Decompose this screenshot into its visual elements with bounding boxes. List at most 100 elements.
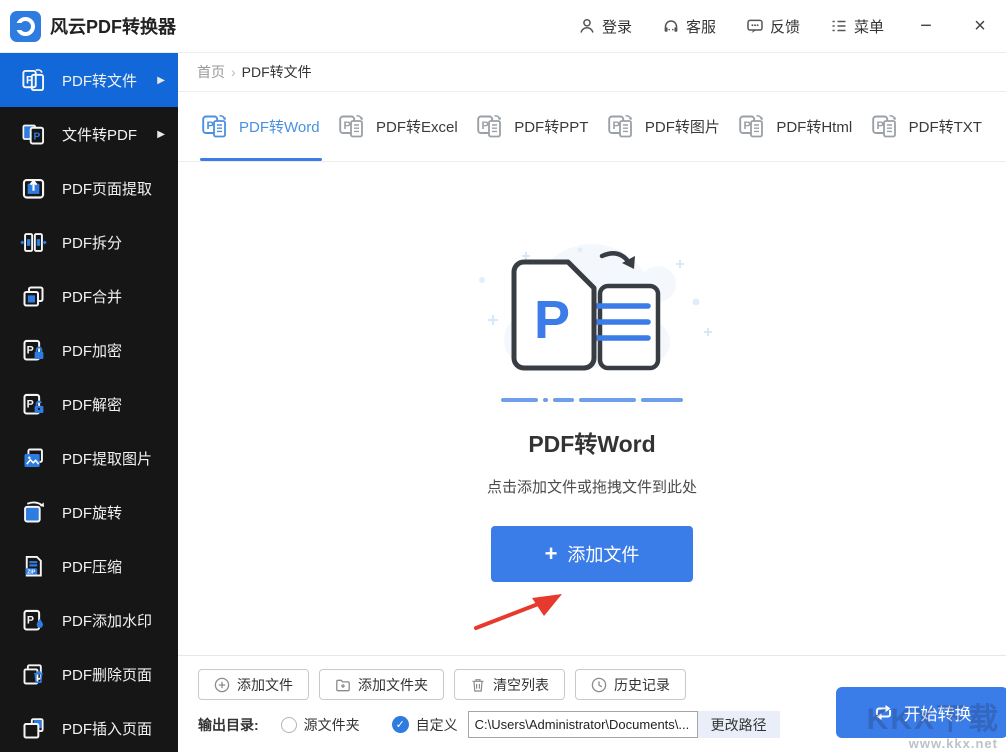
svg-text:P: P xyxy=(34,131,41,142)
sidebar-item-extract-image[interactable]: PDF提取图片 xyxy=(0,431,178,485)
tab-label: PDF转Excel xyxy=(376,116,458,137)
trash-icon xyxy=(470,677,486,693)
menu-item-service[interactable]: 客服 xyxy=(662,16,716,37)
pdf-convert-tab-icon: P xyxy=(202,114,231,139)
toolbar-button-label: 历史记录 xyxy=(614,675,670,695)
bottom-bar: 添加文件添加文件夹清空列表历史记录 输出目录: 源文件夹 ✓ 自定义 更改路径 xyxy=(178,655,1006,752)
split-icon xyxy=(20,229,47,256)
breadcrumb: 首页 › PDF转文件 xyxy=(178,53,1006,92)
insert-page-icon xyxy=(20,715,47,742)
tab-html[interactable]: P PDF转Html xyxy=(739,92,852,161)
decrypt-icon: P xyxy=(20,391,47,418)
source-folder-radio[interactable] xyxy=(281,717,297,733)
drop-hint: 点击添加文件或拖拽文件到此处 xyxy=(487,476,697,497)
sidebar-item-compress[interactable]: ZIPPDF压缩 xyxy=(0,539,178,593)
drop-zone[interactable]: P PDF转Word 点击添加文件或拖拽文件到此处 + 添加文件 xyxy=(178,162,1006,655)
tab-label: PDF转PPT xyxy=(514,116,588,137)
toolbar-button-label: 添加文件 xyxy=(237,675,293,695)
minimize-button[interactable]: − xyxy=(914,16,938,36)
sidebar-item-label: PDF合并 xyxy=(62,286,122,307)
tab-bar: PPDF转WordPPDF转ExcelPPDF转PPTPPDF转图片PPDF转H… xyxy=(178,92,1006,162)
toolbar-button-label: 添加文件夹 xyxy=(358,675,428,695)
sidebar-item-label: PDF转文件 xyxy=(62,70,137,91)
extract-image-icon xyxy=(20,445,47,472)
content: 首页 › PDF转文件 PPDF转WordPPDF转ExcelPPDF转PPTP… xyxy=(178,53,1006,752)
tab-ppt[interactable]: P PDF转PPT xyxy=(477,92,588,161)
svg-text:P: P xyxy=(27,344,34,356)
sidebar-item-split[interactable]: PDF拆分 xyxy=(0,215,178,269)
sidebar-item-label: PDF提取图片 xyxy=(62,448,152,469)
rotate-icon xyxy=(20,499,47,526)
tab-image[interactable]: PPDF转图片 xyxy=(608,92,720,161)
menu-item-menu[interactable]: 菜单 xyxy=(830,16,884,37)
menu-item-feedback[interactable]: 反馈 xyxy=(746,16,800,37)
sidebar-item-label: PDF加密 xyxy=(62,340,122,361)
compress-icon: ZIP xyxy=(20,553,47,580)
sidebar-item-delete-page[interactable]: PDF删除页面 xyxy=(0,647,178,701)
custom-label[interactable]: 自定义 xyxy=(416,715,458,735)
sidebar-item-watermark[interactable]: PPDF添加水印 xyxy=(0,593,178,647)
menu-item-label: 登录 xyxy=(602,16,632,37)
add-file-button[interactable]: + 添加文件 xyxy=(491,526,693,582)
pdf-to-word-illustration: P xyxy=(452,244,732,384)
breadcrumb-current: PDF转文件 xyxy=(242,62,312,82)
clear-list-button[interactable]: 清空列表 xyxy=(454,669,565,700)
pdf-convert-tab-icon: P xyxy=(872,114,901,139)
svg-text:P: P xyxy=(744,120,751,132)
sidebar-item-label: PDF页面提取 xyxy=(62,178,152,199)
svg-text:P: P xyxy=(27,398,34,410)
menu-item-label: 菜单 xyxy=(854,16,884,37)
close-button[interactable]: × xyxy=(968,16,992,36)
sidebar-item-label: PDF拆分 xyxy=(62,232,122,253)
svg-text:P: P xyxy=(876,120,883,132)
add-file-button[interactable]: 添加文件 xyxy=(198,669,309,700)
app-window: 风云PDF转换器 登录客服反馈菜单− × PPDF转文件▶P文件转PDF▶PDF… xyxy=(0,0,1006,752)
history-button[interactable]: 历史记录 xyxy=(575,669,686,700)
file-to-pdf-icon: P xyxy=(20,121,47,148)
pdf-convert-tab-icon: P xyxy=(739,114,768,139)
app-title: 风云PDF转换器 xyxy=(50,13,176,39)
sidebar-item-pdf-to-file[interactable]: PPDF转文件▶ xyxy=(0,53,178,107)
add-file-button-label: 添加文件 xyxy=(567,541,639,567)
page-extract-icon xyxy=(20,175,47,202)
watermark-site: www.kkx.net xyxy=(909,736,998,751)
breadcrumb-home[interactable]: 首页 xyxy=(197,62,225,82)
title-bar: 风云PDF转换器 登录 客服 反馈 菜单 − × xyxy=(0,0,1006,53)
sidebar-item-rotate[interactable]: PDF旋转 xyxy=(0,485,178,539)
tab-excel[interactable]: P PDF转Excel xyxy=(339,92,458,161)
svg-text:P: P xyxy=(612,120,619,132)
change-path-button[interactable]: 更改路径 xyxy=(698,711,780,738)
start-convert-button[interactable]: 开始转换 xyxy=(836,687,1006,738)
sidebar-item-merge[interactable]: PDF合并 xyxy=(0,269,178,323)
divider-dashes xyxy=(501,398,683,402)
svg-text:P: P xyxy=(344,120,351,132)
watermark-icon: P xyxy=(20,607,47,634)
menu-item-login[interactable]: 登录 xyxy=(578,16,632,37)
sidebar-item-file-to-pdf[interactable]: P文件转PDF▶ xyxy=(0,107,178,161)
add-folder-icon xyxy=(335,677,351,693)
list-icon xyxy=(830,17,848,35)
pdf-convert-tab-icon: P xyxy=(477,114,506,139)
source-folder-label[interactable]: 源文件夹 xyxy=(304,715,360,735)
tab-label: PDF转Html xyxy=(776,116,852,137)
sidebar-item-page-extract[interactable]: PDF页面提取 xyxy=(0,161,178,215)
svg-text:P: P xyxy=(534,290,570,350)
sidebar-item-decrypt[interactable]: PPDF解密 xyxy=(0,377,178,431)
chevron-right-icon: ▶ xyxy=(157,75,165,86)
svg-text:P: P xyxy=(207,120,214,132)
svg-text:ZIP: ZIP xyxy=(27,569,36,575)
menu-item-label: 反馈 xyxy=(770,16,800,37)
encrypt-icon: P xyxy=(20,337,47,364)
svg-text:P: P xyxy=(27,614,34,626)
pdf-convert-tab-icon: P xyxy=(608,114,637,139)
tab-word[interactable]: PPDF转Word xyxy=(202,92,320,161)
sidebar-item-label: 文件转PDF xyxy=(62,124,137,145)
add-folder-button[interactable]: 添加文件夹 xyxy=(319,669,444,700)
tab-txt[interactable]: PPDF转TXT xyxy=(872,92,982,161)
sidebar-item-label: PDF旋转 xyxy=(62,502,122,523)
sidebar-item-encrypt[interactable]: P PDF加密 xyxy=(0,323,178,377)
custom-radio-checked-icon[interactable]: ✓ xyxy=(392,716,409,733)
app-logo-icon xyxy=(10,11,41,42)
output-path-input[interactable] xyxy=(468,711,698,738)
sidebar-item-insert-page[interactable]: PDF插入页面 xyxy=(0,701,178,752)
